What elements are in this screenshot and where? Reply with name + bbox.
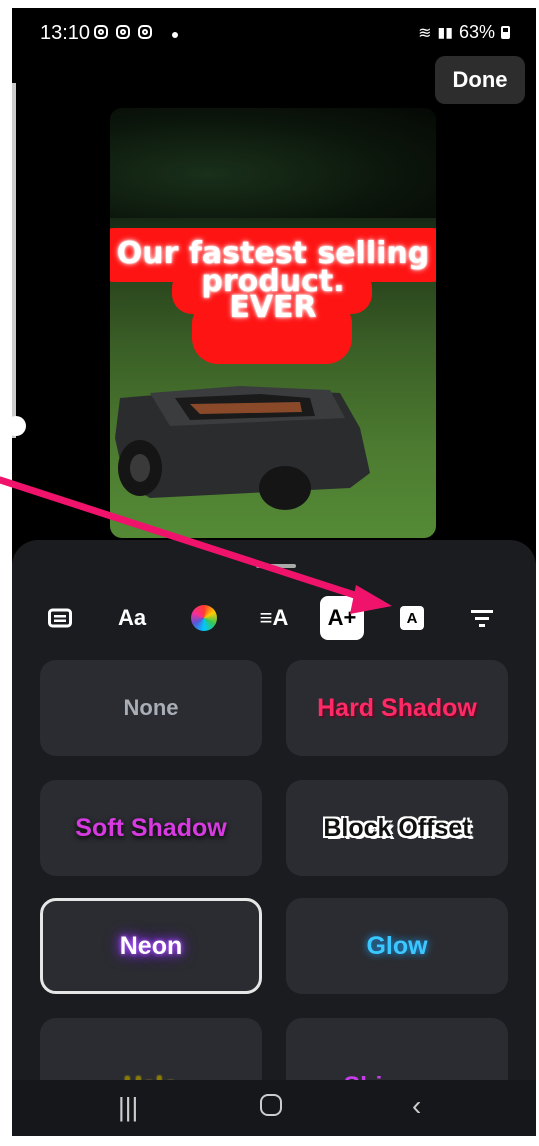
effect-label: None bbox=[123, 695, 179, 720]
text-background-icon[interactable]: A bbox=[390, 596, 434, 640]
effect-block-offset-button[interactable]: Block Offset bbox=[286, 780, 508, 876]
effect-soft-shadow-button[interactable]: Soft Shadow bbox=[40, 780, 262, 876]
text-size-slider-knob[interactable] bbox=[12, 416, 26, 436]
android-nav-bar: ||| ‹ bbox=[12, 1080, 536, 1136]
effect-label: Block Offset bbox=[323, 813, 471, 842]
effect-label: Hard Shadow bbox=[317, 693, 477, 722]
status-time: 13:10 bbox=[40, 22, 91, 44]
keyboard-icon[interactable] bbox=[38, 596, 82, 640]
status-right: ≋ ▮▮ 63% bbox=[418, 22, 510, 43]
phone-screen: 13:10 ≋ ▮▮ 63% Done Our fastest selling … bbox=[12, 8, 536, 1136]
robot-mower-image bbox=[115, 386, 370, 510]
done-button[interactable]: Done bbox=[435, 56, 525, 104]
align-icon[interactable]: ≡A bbox=[252, 596, 296, 640]
story-caption[interactable]: Our fastest selling product. EVER bbox=[110, 228, 436, 364]
wifi-icon: ≋ bbox=[418, 24, 432, 42]
effect-none-button[interactable]: None bbox=[40, 660, 262, 756]
text-effects-icon[interactable]: A+ bbox=[320, 596, 364, 640]
background-trees bbox=[110, 108, 436, 218]
instagram-icon bbox=[138, 25, 152, 39]
effect-label: Soft Shadow bbox=[75, 813, 227, 842]
text-toolbar: Aa ≡A A+ A bbox=[12, 596, 536, 642]
home-icon[interactable] bbox=[260, 1094, 282, 1116]
effect-hard-shadow-button[interactable]: Hard Shadow bbox=[286, 660, 508, 756]
effect-label: Neon bbox=[119, 931, 183, 960]
caption-line-3: EVER bbox=[229, 290, 317, 325]
back-icon[interactable]: ‹ bbox=[412, 1090, 421, 1122]
text-effects-sheet: Aa ≡A A+ A None Hard Shadow Soft Shadow bbox=[12, 540, 536, 1114]
story-preview-image: Our fastest selling product. EVER bbox=[110, 108, 436, 538]
notification-dot-icon bbox=[172, 32, 178, 38]
filter-icon[interactable] bbox=[460, 596, 504, 640]
recent-apps-icon[interactable]: ||| bbox=[118, 1092, 138, 1123]
effect-label: Glow bbox=[366, 931, 428, 960]
sheet-drag-handle[interactable] bbox=[256, 564, 296, 568]
color-wheel-icon[interactable] bbox=[182, 596, 226, 640]
text-size-slider[interactable] bbox=[12, 83, 26, 438]
font-icon[interactable]: Aa bbox=[110, 596, 154, 640]
effect-glow-button[interactable]: Glow bbox=[286, 898, 508, 994]
signal-icon: ▮▮ bbox=[437, 24, 453, 40]
effect-neon-button[interactable]: Neon bbox=[40, 898, 262, 994]
battery-percent: 63% bbox=[458, 22, 495, 42]
instagram-icon bbox=[116, 25, 130, 39]
battery-icon bbox=[501, 26, 510, 39]
status-bar: 13:10 ≋ ▮▮ 63% bbox=[12, 8, 536, 58]
instagram-icon bbox=[94, 25, 108, 39]
